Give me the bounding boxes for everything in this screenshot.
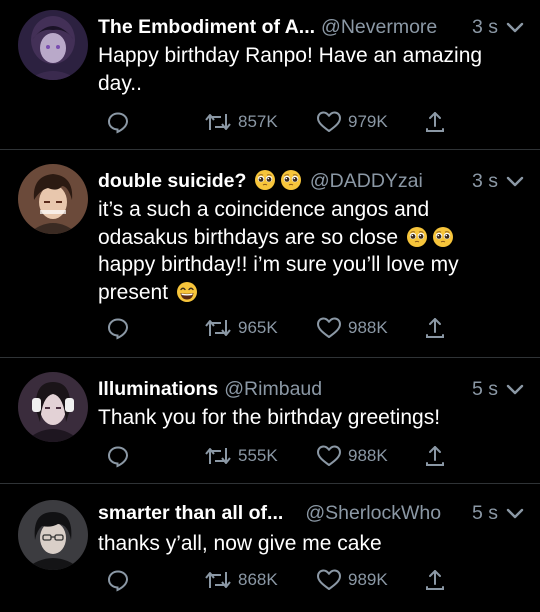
tweet-actions: 868K 989K	[98, 566, 528, 594]
avatar[interactable]	[18, 164, 88, 234]
chevron-down-icon[interactable]	[506, 508, 524, 520]
tweet-text-part: it’s a such a coincidence angos and odas…	[98, 198, 430, 249]
timestamp: 5 s	[471, 378, 498, 400]
tweet-text: it’s a such a coincidence angos and odas…	[98, 196, 518, 306]
reply-button[interactable]	[106, 314, 130, 342]
retweet-button[interactable]: 965K	[204, 314, 278, 342]
speech-bubble-icon	[106, 568, 130, 592]
tweet-text: Thank you for the birthday greetings!	[98, 406, 441, 429]
display-name[interactable]: smarter than all of...	[98, 502, 283, 524]
retweet-arrows-icon	[204, 568, 232, 592]
avatar-rimbaud-icon	[18, 372, 88, 442]
speech-bubble-icon	[106, 444, 130, 468]
share-button[interactable]	[424, 442, 446, 470]
user-handle[interactable]: @Nevermore	[321, 16, 437, 38]
display-name[interactable]: The Embodiment of A...	[98, 16, 315, 38]
user-handle[interactable]: @Rimbaud	[224, 378, 322, 400]
user-handle[interactable]: @SherlockWho	[305, 502, 441, 524]
tweet-actions: 555K 988K	[98, 442, 528, 470]
display-name[interactable]: Illuminations	[98, 378, 218, 400]
timestamp: 3 s	[471, 16, 498, 38]
like-count: 988K	[348, 446, 388, 465]
grinning-face-icon	[176, 281, 198, 303]
retweet-button[interactable]: 857K	[204, 108, 278, 136]
speech-bubble-icon	[106, 316, 130, 340]
share-button[interactable]	[424, 108, 446, 136]
avatar-daddyzai-icon	[18, 164, 88, 234]
tweet-nevermore[interactable]: The Embodiment of A... @Nevermore 3 s Hap…	[0, 0, 540, 150]
retweet-count: 857K	[238, 112, 278, 131]
chevron-down-icon[interactable]	[506, 22, 524, 34]
timestamp: 5 s	[471, 502, 498, 524]
tweet-actions: 857K 979K	[98, 108, 528, 136]
retweet-arrows-icon	[204, 444, 232, 468]
pleading-face-icon	[406, 226, 428, 248]
reply-button[interactable]	[106, 566, 130, 594]
tweet-rimbaud[interactable]: Illuminations @Rimbaud 5 s Thank you for …	[0, 358, 540, 484]
tweet-header: double suicide? @DADDYzai 3 s	[98, 166, 524, 196]
pleading-face-icon	[432, 226, 454, 248]
share-upload-icon	[424, 316, 446, 340]
heart-outline-icon	[316, 568, 342, 592]
avatar-sherlockwho-icon	[18, 500, 88, 570]
share-button[interactable]	[424, 566, 446, 594]
share-button[interactable]	[424, 314, 446, 342]
like-button[interactable]: 979K	[316, 108, 388, 136]
retweet-count: 965K	[238, 318, 278, 337]
display-name[interactable]: double suicide?	[98, 170, 246, 192]
like-button[interactable]: 988K	[316, 442, 388, 470]
retweet-button[interactable]: 868K	[204, 566, 278, 594]
retweet-button[interactable]: 555K	[204, 442, 278, 470]
share-upload-icon	[424, 444, 446, 468]
pleading-face-icon	[254, 169, 276, 191]
tweet-daddyzai[interactable]: double suicide? @DADDYzai 3 s it’s a suc…	[0, 150, 540, 358]
chevron-down-icon[interactable]	[506, 176, 524, 188]
avatar[interactable]	[18, 500, 88, 570]
share-upload-icon	[424, 110, 446, 134]
retweet-count: 868K	[238, 570, 278, 589]
tweet-actions: 965K 988K	[98, 314, 528, 342]
avatar[interactable]	[18, 10, 88, 80]
retweet-arrows-icon	[204, 316, 232, 340]
like-count: 989K	[348, 570, 388, 589]
reply-button[interactable]	[106, 442, 130, 470]
tweet-header: smarter than all of... @SherlockWho 5 s	[98, 498, 524, 528]
like-button[interactable]: 989K	[316, 566, 388, 594]
reply-button[interactable]	[106, 108, 130, 136]
chevron-down-icon[interactable]	[506, 384, 524, 396]
share-upload-icon	[424, 568, 446, 592]
timeline-feed: The Embodiment of A... @Nevermore 3 s Hap…	[0, 0, 540, 612]
timestamp: 3 s	[471, 170, 498, 192]
heart-outline-icon	[316, 444, 342, 468]
like-button[interactable]: 988K	[316, 314, 388, 342]
tweet-text-part: happy birthday!! i’m sure you’ll love my…	[98, 253, 459, 304]
user-handle[interactable]: @DADDYzai	[310, 170, 423, 192]
heart-outline-icon	[316, 110, 342, 134]
heart-outline-icon	[316, 316, 342, 340]
like-count: 988K	[348, 318, 388, 337]
tweet-sherlockwho[interactable]: smarter than all of... @SherlockWho 5 s t…	[0, 484, 540, 612]
avatar[interactable]	[18, 372, 88, 442]
tweet-header: Illuminations @Rimbaud 5 s	[98, 374, 524, 404]
tweet-text: Happy birthday Ranpo! Have an amazing da…	[98, 44, 483, 95]
retweet-arrows-icon	[204, 110, 232, 134]
avatar-nevermore-icon	[18, 10, 88, 80]
like-count: 979K	[348, 112, 388, 131]
speech-bubble-icon	[106, 110, 130, 134]
pleading-face-icon	[280, 169, 302, 191]
tweet-text: thanks y’all, now give me cake	[98, 532, 382, 555]
retweet-count: 555K	[238, 446, 278, 465]
tweet-header: The Embodiment of A... @Nevermore 3 s	[98, 12, 524, 42]
